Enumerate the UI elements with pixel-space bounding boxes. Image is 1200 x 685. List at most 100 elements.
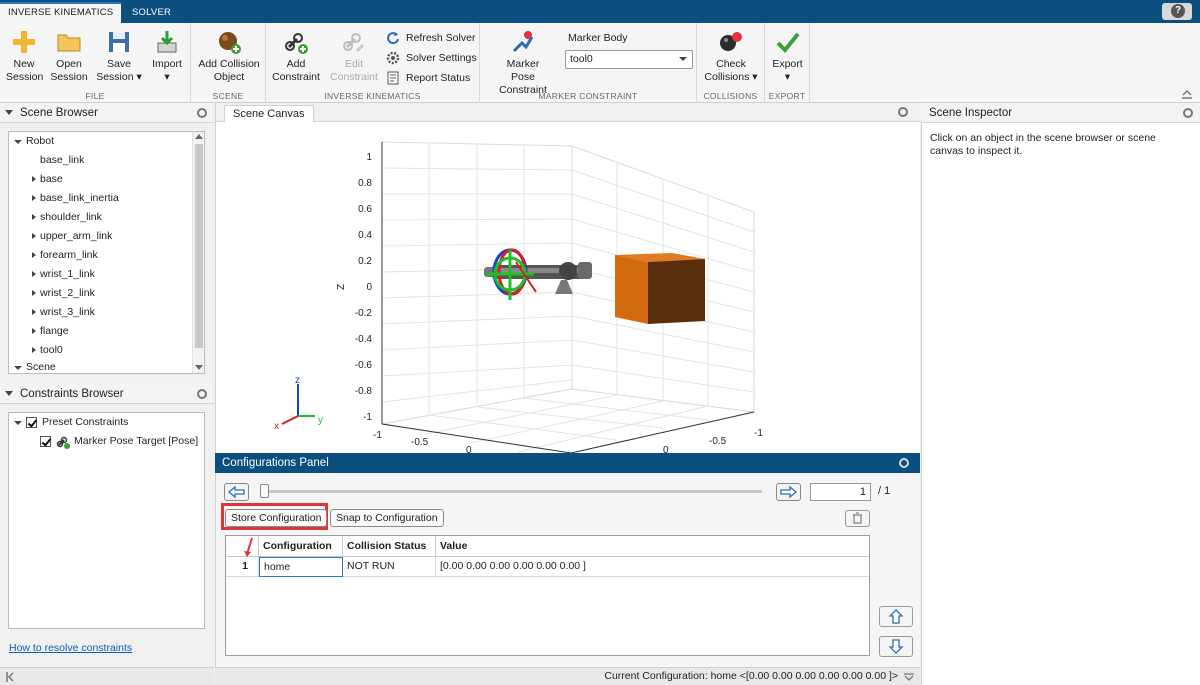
collision-status-cell[interactable]: NOT RUN (343, 557, 436, 577)
help-button[interactable]: ? (1162, 3, 1192, 20)
move-row-up-button[interactable] (879, 606, 913, 627)
chevron-right-icon[interactable] (32, 233, 36, 239)
main-tab-strip: INVERSE KINEMATICS SOLVER ? (0, 0, 1200, 23)
configuration-slider-thumb[interactable] (260, 484, 269, 498)
scene-tree-scrollbar[interactable] (192, 132, 204, 373)
table-header-value[interactable]: Value (436, 536, 869, 557)
store-configuration-button[interactable]: Store Configuration (225, 509, 328, 527)
chevron-right-icon[interactable] (32, 328, 36, 334)
panel-options-icon[interactable] (898, 107, 908, 117)
tree-item-link[interactable]: wrist_2_link (9, 284, 95, 303)
tree-item-robot[interactable]: Robot (9, 132, 193, 151)
preset-constraints-checkbox[interactable] (26, 417, 37, 428)
panel-options-icon[interactable] (1183, 108, 1193, 118)
chevron-down-icon[interactable] (14, 366, 22, 370)
chevron-down-icon[interactable] (5, 391, 13, 396)
scene-browser-header[interactable]: Scene Browser (0, 103, 214, 123)
configuration-index-input[interactable]: 1 (810, 483, 871, 501)
chevron-right-icon[interactable] (32, 214, 36, 220)
move-row-down-button[interactable] (879, 636, 913, 657)
tab-solver[interactable]: SOLVER (124, 2, 179, 23)
save-session-button[interactable]: Save Session ▾ (96, 29, 142, 84)
status-bar: Current Configuration: home <[0.00 0.00 … (215, 667, 920, 685)
chevron-down-icon[interactable] (5, 110, 13, 115)
refresh-solver-button[interactable]: Refresh Solver (386, 29, 475, 47)
add-collision-object-button[interactable]: Add Collision Object (196, 29, 262, 84)
chevron-down-icon[interactable] (14, 140, 22, 144)
tree-item-marker-pose-target[interactable]: Marker Pose Target [Pose] (9, 432, 204, 451)
tree-item-link[interactable]: upper_arm_link (9, 227, 112, 246)
delete-configuration-button[interactable] (845, 510, 870, 527)
z-tick-label: 0 (366, 282, 372, 293)
canvas-tab-bar: Scene Canvas (216, 103, 921, 122)
add-constraint-button[interactable]: Add Constraint (270, 29, 322, 84)
chevron-right-icon[interactable] (32, 309, 36, 315)
left-status-bar (0, 667, 214, 685)
scene-inspector-header: Scene Inspector (921, 103, 1200, 123)
tree-item-scene[interactable]: Scene (9, 358, 56, 373)
tree-item-link[interactable]: base (9, 170, 63, 189)
tree-item-link[interactable]: base_link_inertia (9, 189, 119, 208)
export-button[interactable]: Export ▾ (769, 29, 806, 84)
tree-item-link[interactable]: flange (9, 322, 69, 341)
report-icon (387, 71, 399, 85)
new-session-icon (13, 31, 35, 53)
z-axis-label: Z (336, 284, 347, 290)
tree-item-link[interactable]: forearm_link (9, 246, 98, 265)
new-session-button[interactable]: New Session (6, 29, 43, 84)
chevron-right-icon[interactable] (32, 347, 36, 353)
arrow-down-icon (888, 639, 904, 654)
edit-constraint-button[interactable]: Edit Constraint (326, 29, 382, 84)
open-session-button[interactable]: Open Session (49, 29, 89, 84)
constraints-browser-header[interactable]: Constraints Browser (0, 384, 214, 404)
chevron-down-icon[interactable] (14, 421, 22, 425)
collapse-down-icon[interactable] (904, 673, 914, 681)
z-tick-label: 0.2 (358, 256, 372, 267)
tab-scene-canvas[interactable]: Scene Canvas (224, 105, 314, 122)
scroll-up-icon[interactable] (195, 134, 203, 139)
solver-settings-button[interactable]: Solver Settings (386, 49, 477, 67)
chevron-right-icon[interactable] (32, 271, 36, 277)
help-icon: ? (1171, 4, 1185, 18)
marker-pose-constraint-button[interactable]: Marker Pose Constraint (486, 29, 560, 97)
scene-canvas-3d-view[interactable]: 1 0.8 0.6 0.4 0.2 0 -0.2 -0.4 -0.6 -0.8 … (216, 122, 921, 453)
configuration-slider-track[interactable] (263, 490, 762, 493)
x-tick-label: -1 (373, 430, 382, 441)
collision-box[interactable] (615, 253, 705, 324)
tree-item-link[interactable]: shoulder_link (9, 208, 102, 227)
chevron-right-icon[interactable] (32, 290, 36, 296)
panel-options-icon[interactable] (197, 108, 207, 118)
tree-item-link[interactable]: wrist_3_link (9, 303, 95, 322)
check-collisions-button[interactable]: Check Collisions ▾ (700, 29, 762, 84)
marker-pose-target-checkbox[interactable] (40, 436, 51, 447)
next-configuration-button[interactable] (776, 483, 801, 501)
scrollbar-thumb[interactable] (195, 144, 203, 348)
tree-item-preset-constraints[interactable]: Preset Constraints (9, 413, 204, 432)
report-status-button[interactable]: Report Status (386, 69, 470, 87)
tree-item-link[interactable]: base_link (9, 151, 84, 170)
configuration-value-cell[interactable]: [0.00 0.00 0.00 0.00 0.00 0.00 ] (436, 557, 869, 577)
scroll-down-icon[interactable] (195, 365, 203, 370)
table-header-collision-status[interactable]: Collision Status (343, 536, 436, 557)
configuration-name-cell[interactable]: home (259, 557, 343, 577)
snap-to-configuration-button[interactable]: Snap to Configuration (330, 509, 444, 527)
panel-options-icon[interactable] (899, 458, 909, 468)
chevron-right-icon[interactable] (32, 252, 36, 258)
table-header-configuration[interactable]: Configuration (259, 536, 343, 557)
configuration-count: / 1 (878, 485, 891, 497)
tab-inverse-kinematics[interactable]: INVERSE KINEMATICS (0, 2, 122, 23)
z-tick-label: -0.2 (355, 308, 373, 319)
inverse-kinematics-group: Add Constraint Edit Constraint Refresh S… (266, 23, 480, 103)
panel-options-icon[interactable] (197, 389, 207, 399)
import-button[interactable]: Import ▾ (148, 29, 186, 84)
chevron-right-icon[interactable] (32, 176, 36, 182)
z-tick-label: 0.6 (358, 204, 372, 215)
collapse-left-icon[interactable] (6, 672, 14, 682)
resolve-constraints-link[interactable]: How to resolve constraints (9, 642, 132, 654)
marker-body-dropdown[interactable]: tool0 (565, 50, 693, 69)
tree-item-link[interactable]: wrist_1_link (9, 265, 95, 284)
table-row-index[interactable]: 1 (226, 557, 259, 577)
chevron-right-icon[interactable] (32, 195, 36, 201)
collapse-ribbon-icon[interactable] (1182, 89, 1192, 99)
previous-configuration-button[interactable] (224, 483, 249, 501)
